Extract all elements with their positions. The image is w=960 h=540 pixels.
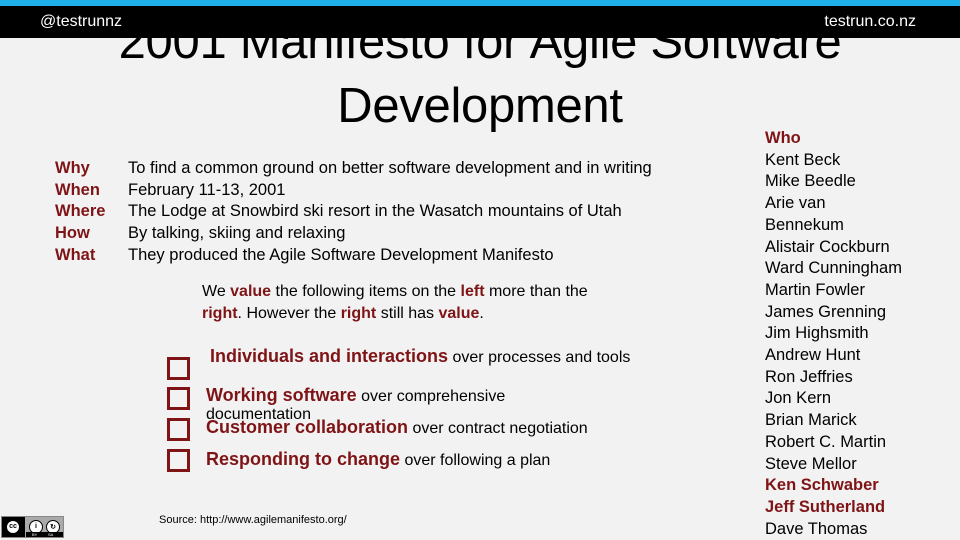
signatory-name: Mike Beedle	[765, 172, 856, 191]
fact-label: What	[55, 245, 96, 264]
signatory-name: Alistair Cockburn	[765, 237, 890, 256]
signatory-name: Andrew Hunt	[765, 346, 861, 365]
signatory-name: Brian Marick	[765, 411, 857, 430]
signatory-name: Ken Schwaber	[765, 476, 879, 495]
intro-emphasis: left	[460, 283, 485, 300]
facts-table: Why To find a common ground on better so…	[55, 158, 652, 267]
signatory-name: Jon Kern	[765, 389, 832, 408]
signatory-name: Arie van	[765, 194, 826, 213]
header-black-band: @testrunnz testrun.co.nz	[0, 6, 960, 38]
intro-text: . However the	[237, 304, 341, 322]
fact-value: They produced the Agile Software Develop…	[128, 245, 554, 264]
signatory-name: Ron Jeffries	[765, 367, 853, 386]
fact-value: To find a common ground on better softwa…	[128, 159, 652, 177]
signatory-name: James Grenning	[765, 302, 887, 321]
fact-label: Where	[55, 202, 106, 221]
signatory-name: Kent Beck	[765, 150, 841, 169]
intro-emphasis: value	[230, 283, 272, 300]
intro-text: .	[479, 304, 484, 322]
cc-symbol-icon: cc	[6, 519, 20, 534]
intro-text: more than the	[484, 283, 588, 300]
value-right: over following a plan	[400, 452, 551, 469]
fact-value: The Lodge at Snowbird ski resort in the …	[128, 202, 622, 221]
value-left: Responding to change	[206, 449, 401, 469]
checkbox-responding-to-change[interactable]	[167, 449, 190, 472]
fact-row-where: Where The Lodge at Snowbird ski resort i…	[55, 201, 652, 223]
intro-emphasis: right	[202, 304, 238, 322]
header-bar: @testrunnz testrun.co.nz	[0, 0, 960, 38]
intro-text: still has	[376, 304, 439, 322]
value-left: Working software	[206, 385, 357, 405]
fact-row-why: Why To find a common ground on better so…	[55, 158, 652, 180]
cc-labels: BY SA	[26, 532, 63, 537]
signatory-name: Jim Highsmith	[765, 324, 869, 343]
intro-emphasis: right	[340, 304, 377, 322]
fact-value: February 11-13, 2001	[128, 180, 286, 199]
signatory-name: Robert C. Martin	[765, 432, 887, 451]
checkbox-working-software[interactable]	[167, 387, 190, 410]
cc-label-sa: SA	[48, 532, 54, 537]
intro-emphasis: value	[438, 304, 480, 322]
twitter-handle[interactable]: @testrunnz	[40, 13, 122, 31]
value-item-individuals: Individuals and interactions over proces…	[199, 347, 649, 367]
signatory-name: Martin Fowler	[765, 280, 865, 299]
signatory-name: Steve Mellor	[765, 454, 857, 473]
cc-label-by: BY	[32, 532, 38, 537]
source-citation[interactable]: Source: http://www.agilemanifesto.org/	[159, 514, 347, 526]
cc-by-sa-icon: cc i ↻ BY SA	[1, 516, 64, 538]
checkbox-individuals[interactable]	[167, 357, 190, 380]
value-left: Individuals and interactions	[210, 346, 449, 366]
value-item-customer-collaboration: Customer collaboration over contract neg…	[206, 418, 656, 438]
signatory-name: Bennekum	[765, 215, 844, 234]
fact-label: Why	[55, 159, 90, 177]
intro-text: We	[202, 283, 231, 300]
checkbox-customer-collaboration[interactable]	[167, 418, 190, 441]
value-right: over processes and tools	[448, 349, 631, 366]
fact-label: When	[55, 180, 100, 199]
values-intro: We value the following items on the left…	[202, 281, 622, 324]
value-right: over contract negotiation	[408, 420, 588, 437]
signatory-name: Dave Thomas	[765, 519, 868, 538]
value-item-responding-to-change: Responding to change over following a pl…	[206, 450, 656, 470]
signatory-name: Jeff Sutherland	[765, 497, 886, 516]
fact-row-how: How By talking, skiing and relaxing	[55, 223, 652, 245]
signatory-name: Ward Cunningham	[765, 259, 902, 278]
fact-label: How	[55, 224, 90, 243]
fact-row-what: What They produced the Agile Software De…	[55, 245, 652, 267]
value-left: Customer collaboration	[206, 417, 409, 437]
site-link[interactable]: testrun.co.nz	[824, 13, 916, 31]
names-container: Kent Beck Mike Beedle Arie van Bennekum Alis…	[765, 150, 902, 540]
fact-value: By talking, skiing and relaxing	[128, 224, 346, 243]
intro-text: the following items on the	[271, 283, 461, 300]
signatories-list: Who Kent Beck Mike Beedle Arie van Bennekum…	[765, 128, 902, 540]
fact-row-when: When February 11-13, 2001	[55, 180, 652, 202]
